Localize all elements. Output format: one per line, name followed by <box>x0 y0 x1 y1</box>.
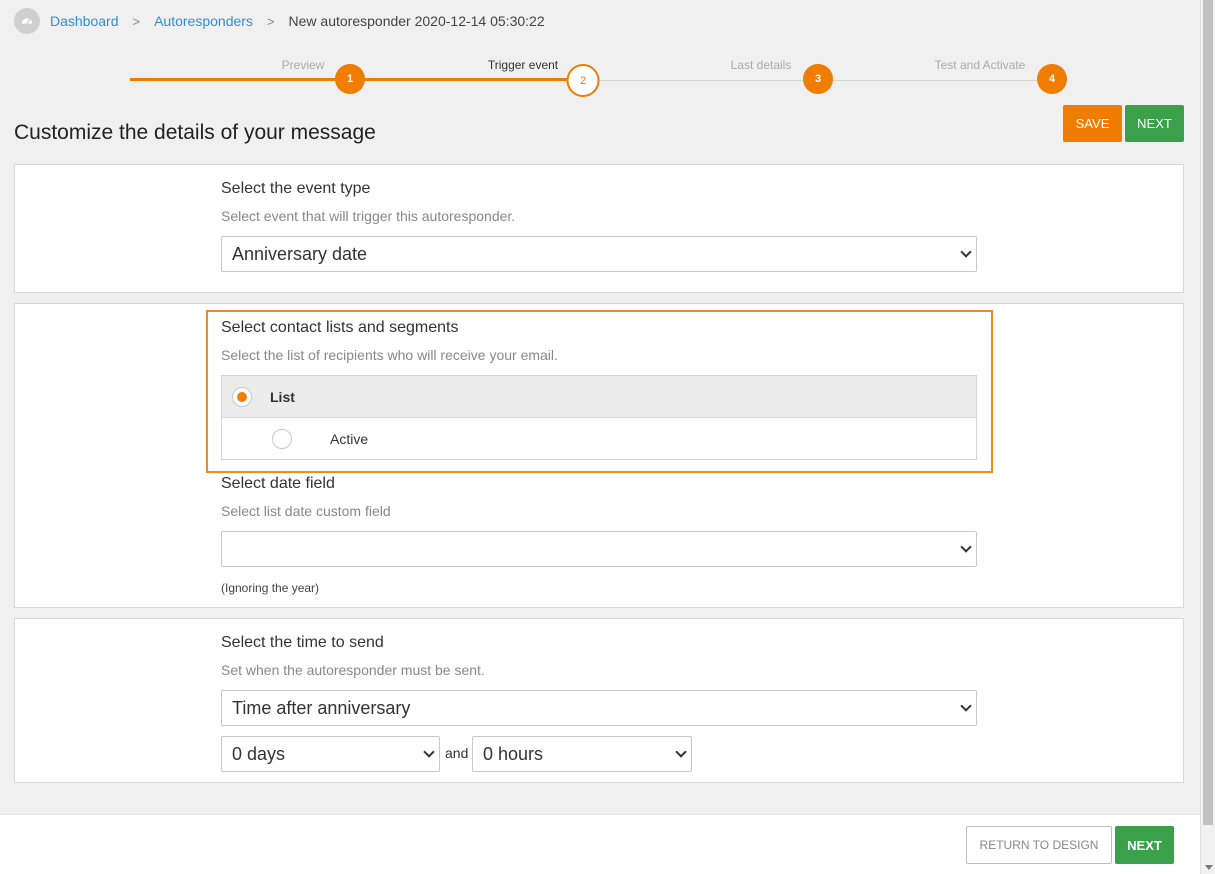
date-field-title: Select date field <box>221 475 335 492</box>
breadcrumb-autoresponders-link[interactable]: Autoresponders <box>154 13 253 29</box>
contact-list-table: List Active <box>221 375 977 460</box>
chevron-down-icon <box>960 246 972 258</box>
next-button-top[interactable]: NEXT <box>1125 105 1184 142</box>
time-to-send-panel: Select the time to send Set when the aut… <box>14 618 1184 783</box>
step-label-trigger-event[interactable]: Trigger event <box>488 58 558 72</box>
event-type-title: Select the event type <box>221 180 371 197</box>
chevron-down-icon <box>960 541 972 553</box>
chevron-right-icon: > <box>266 13 275 29</box>
and-label: and <box>445 745 469 761</box>
save-button[interactable]: SAVE <box>1063 105 1122 142</box>
dashboard-gauge-icon[interactable] <box>14 8 40 34</box>
days-select[interactable]: 0 days <box>221 736 440 772</box>
scrollbar-thumb[interactable] <box>1203 0 1213 825</box>
time-to-send-description: Set when the autoresponder must be sent. <box>221 662 485 678</box>
date-field-description: Select list date custom field <box>221 503 391 519</box>
date-field-select[interactable] <box>221 531 977 567</box>
event-type-select[interactable]: Anniversary date <box>221 236 977 272</box>
breadcrumb: Dashboard > Autoresponders > New autores… <box>14 8 545 34</box>
next-button-bottom[interactable]: NEXT <box>1115 826 1174 864</box>
list-header-label: List <box>270 388 295 405</box>
breadcrumb-dashboard-link[interactable]: Dashboard <box>50 13 119 29</box>
contacts-panel: Select contact lists and segments Select… <box>14 303 1184 608</box>
step-dot-2[interactable]: 2 <box>566 64 600 97</box>
list-header-radio[interactable] <box>232 386 252 407</box>
list-header-row[interactable]: List <box>222 376 976 418</box>
event-type-description: Select event that will trigger this auto… <box>221 208 516 224</box>
hours-select[interactable]: 0 hours <box>472 736 692 772</box>
step-label-test-activate[interactable]: Test and Activate <box>935 58 1026 72</box>
step-dot-3[interactable]: 3 <box>803 64 833 94</box>
event-type-select-value: Anniversary date <box>232 243 368 264</box>
list-item-label: Active <box>330 430 369 447</box>
chevron-right-icon: > <box>132 13 141 29</box>
hours-select-value: 0 hours <box>483 743 544 764</box>
page-title: Customize the details of your message <box>14 121 376 144</box>
time-to-send-title: Select the time to send <box>221 634 384 651</box>
days-select-value: 0 days <box>232 743 286 764</box>
scroll-down-arrow-icon[interactable] <box>1205 865 1213 870</box>
list-item-radio-active[interactable] <box>272 428 292 449</box>
list-item[interactable]: Active <box>222 418 976 459</box>
step-dot-1[interactable]: 1 <box>335 64 365 94</box>
progress-stepper: Preview Trigger event Last details Test … <box>0 50 1200 100</box>
return-to-design-button[interactable]: RETURN TO DESIGN <box>966 826 1112 864</box>
step-label-preview[interactable]: Preview <box>282 58 325 72</box>
chevron-down-icon <box>960 700 972 712</box>
event-type-panel: Select the event type Select event that … <box>14 164 1184 293</box>
time-mode-select[interactable]: Time after anniversary <box>221 690 977 726</box>
contacts-title: Select contact lists and segments <box>221 319 459 336</box>
chevron-down-icon <box>423 746 435 758</box>
step-label-last-details[interactable]: Last details <box>731 58 792 72</box>
ignoring-year-note: (Ignoring the year) <box>221 581 320 595</box>
contacts-description: Select the list of recipients who will r… <box>221 347 558 363</box>
chevron-down-icon <box>675 746 687 758</box>
autoresponder-page: Dashboard > Autoresponders > New autores… <box>0 0 1215 874</box>
page-scrollbar[interactable] <box>1200 0 1215 874</box>
step-dot-4[interactable]: 4 <box>1037 64 1067 94</box>
footer-bar: RETURN TO DESIGN NEXT <box>0 814 1200 874</box>
time-mode-select-value: Time after anniversary <box>232 697 411 718</box>
breadcrumb-current: New autoresponder 2020-12-14 05:30:22 <box>288 13 545 29</box>
